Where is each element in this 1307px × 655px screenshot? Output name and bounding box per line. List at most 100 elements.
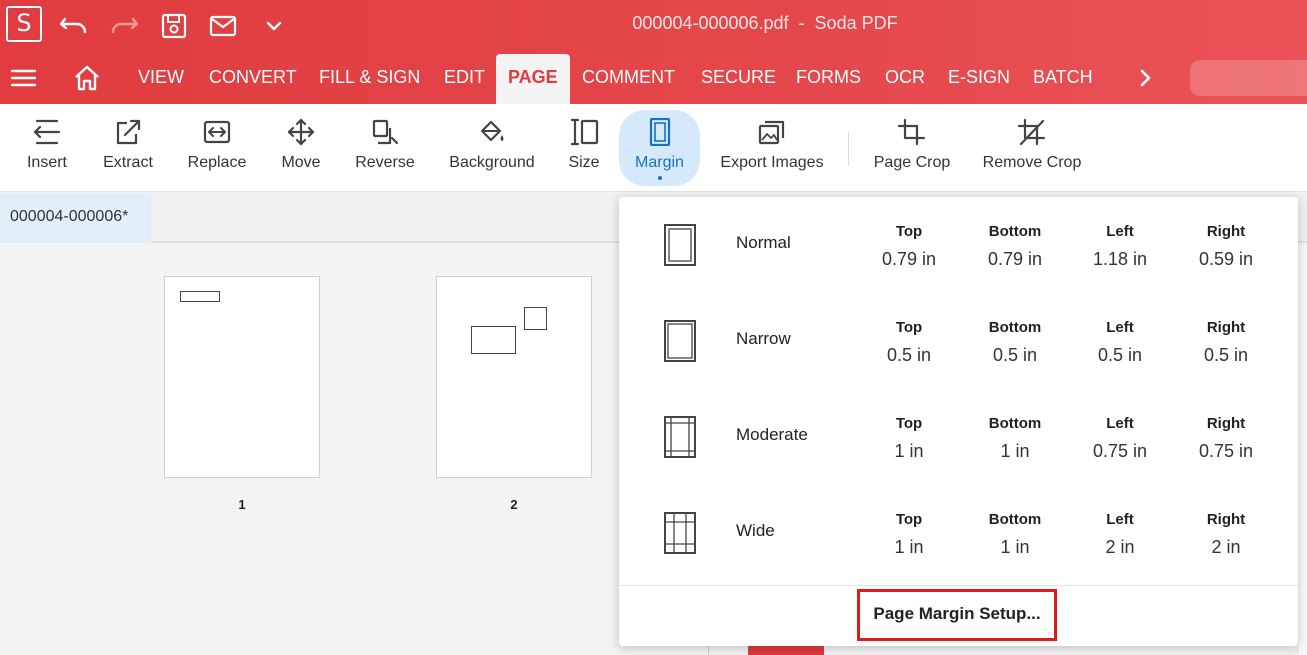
replace-label: Replace [187,154,247,171]
left-value: 0.5 in [1097,345,1143,365]
bottom-label: Bottom [988,319,1042,336]
margin-preset-wide[interactable]: Wide Top 1 in Bottom 1 in Left 2 in Right 2 … [619,485,1298,581]
move-button[interactable]: Move [275,110,327,186]
left-margin: Left 0.75 in [1075,415,1165,462]
top-margin: Top 0.79 in [864,223,954,270]
home-icon[interactable] [72,64,102,92]
page-thumbnail-2[interactable] [436,276,592,478]
menu-view[interactable]: VIEW [138,52,184,104]
right-side-panel [1297,246,1307,655]
menu-page[interactable]: PAGE [496,54,570,104]
menu-bar: VIEW CONVERT FILL & SIGN EDIT PAGE COMME… [0,52,1307,104]
menu-convert[interactable]: CONVERT [209,52,297,104]
preset-name: Moderate [736,425,808,444]
narrow-margin-icon [664,320,696,362]
menu-fill-sign[interactable]: FILL & SIGN [319,52,420,104]
top-label: Top [895,511,923,528]
right-value: 2 in [1211,537,1241,557]
left-margin: Left 2 in [1075,511,1165,558]
remove-crop-button[interactable]: Remove Crop [980,110,1084,186]
margin-icon [649,118,670,146]
crop-icon [897,118,926,146]
page-content-shape [524,307,547,330]
top-margin: Top 1 in [864,415,954,462]
paint-bucket-icon [480,120,504,142]
bottom-margin: Bottom 0.79 in [970,223,1060,270]
bottom-label: Bottom [988,415,1042,432]
page-margin-setup-button[interactable]: Page Margin Setup... [857,589,1057,641]
insert-button[interactable]: Insert [16,110,78,186]
left-value: 0.75 in [1092,441,1148,461]
document-tab[interactable]: 000004-000006* [0,193,151,243]
export-images-label: Export Images [720,154,824,171]
top-value: 0.5 in [886,345,932,365]
reverse-button[interactable]: Reverse [352,110,418,186]
menu-ocr[interactable]: OCR [885,52,925,104]
menu-e-sign[interactable]: E-SIGN [948,52,1010,104]
page-thumbnail-1[interactable] [164,276,320,478]
page-number-2: 2 [510,497,518,512]
export-images-button[interactable]: Export Images [717,110,827,186]
bottom-value: 0.79 in [987,249,1043,269]
page-crop-label: Page Crop [873,154,951,171]
remove-crop-label: Remove Crop [982,154,1082,171]
top-value: 1 in [894,441,924,461]
left-label: Left [1106,319,1134,336]
top-label: Top [895,415,923,432]
right-margin: Right 0.5 in [1181,319,1271,366]
window-title: 000004-000006.pdf - Soda PDF [632,13,898,33]
bottom-label: Bottom [988,223,1042,240]
title-bar: S 000004-000006.pdf - Soda PDF [0,0,1307,52]
margin-dropdown: Normal Top 0.79 in Bottom 0.79 in Left 1.18… [619,197,1298,646]
preset-name: Wide [736,521,775,540]
menu-scroll-right-icon[interactable] [1120,52,1172,104]
margin-button[interactable]: Margin [619,110,700,186]
page-edge [708,646,709,655]
extract-label: Extract [103,154,153,171]
background-button[interactable]: Background [446,110,538,186]
margin-preset-normal[interactable]: Normal Top 0.79 in Bottom 0.79 in Left 1.18… [619,197,1298,293]
size-button[interactable]: Size [563,110,605,186]
page-crop-button[interactable]: Page Crop [870,110,954,186]
menu-edit[interactable]: EDIT [444,52,485,104]
replace-icon [203,120,231,144]
top-label: Top [895,319,923,336]
bottom-value: 0.5 in [992,345,1038,365]
move-icon [287,118,315,146]
hamburger-menu-icon[interactable] [10,66,38,90]
replace-button[interactable]: Replace [183,110,251,186]
menu-forms[interactable]: FORMS [796,52,861,104]
extract-button[interactable]: Extract [98,110,158,186]
soda-logo-peek [748,646,824,655]
bottom-margin: Bottom 1 in [970,415,1060,462]
preset-name: Narrow [736,329,791,348]
right-label: Right [1206,223,1246,240]
bottom-value: 1 in [1000,441,1030,461]
reverse-icon [372,119,399,145]
left-margin: Left 0.5 in [1075,319,1165,366]
page-size-icon [570,118,599,146]
insert-icon [33,119,61,145]
margin-preset-moderate[interactable]: Moderate Top 1 in Bottom 1 in Left 0.75 in … [619,389,1298,485]
menu-batch[interactable]: BATCH [1033,52,1093,104]
menu-secure[interactable]: SECURE [701,52,776,104]
top-value: 0.79 in [881,249,937,269]
right-value: 0.5 in [1203,345,1249,365]
ribbon-separator [848,132,849,166]
right-margin: Right 0.59 in [1181,223,1271,270]
top-value: 1 in [894,537,924,557]
left-value: 2 in [1105,537,1135,557]
bottom-margin: Bottom 1 in [970,511,1060,558]
search-field[interactable] [1190,60,1307,96]
margin-preset-narrow[interactable]: Narrow Top 0.5 in Bottom 0.5 in Left 0.5 in… [619,293,1298,389]
left-label: Left [1106,223,1134,240]
right-margin: Right 2 in [1181,511,1271,558]
reverse-label: Reverse [355,154,415,171]
dropdown-separator [619,585,1298,586]
left-label: Left [1106,511,1134,528]
menu-comment[interactable]: COMMENT [582,52,675,104]
insert-label: Insert [26,154,67,171]
wide-margin-icon [664,512,696,554]
right-label: Right [1206,511,1246,528]
remove-crop-icon [1017,118,1046,146]
